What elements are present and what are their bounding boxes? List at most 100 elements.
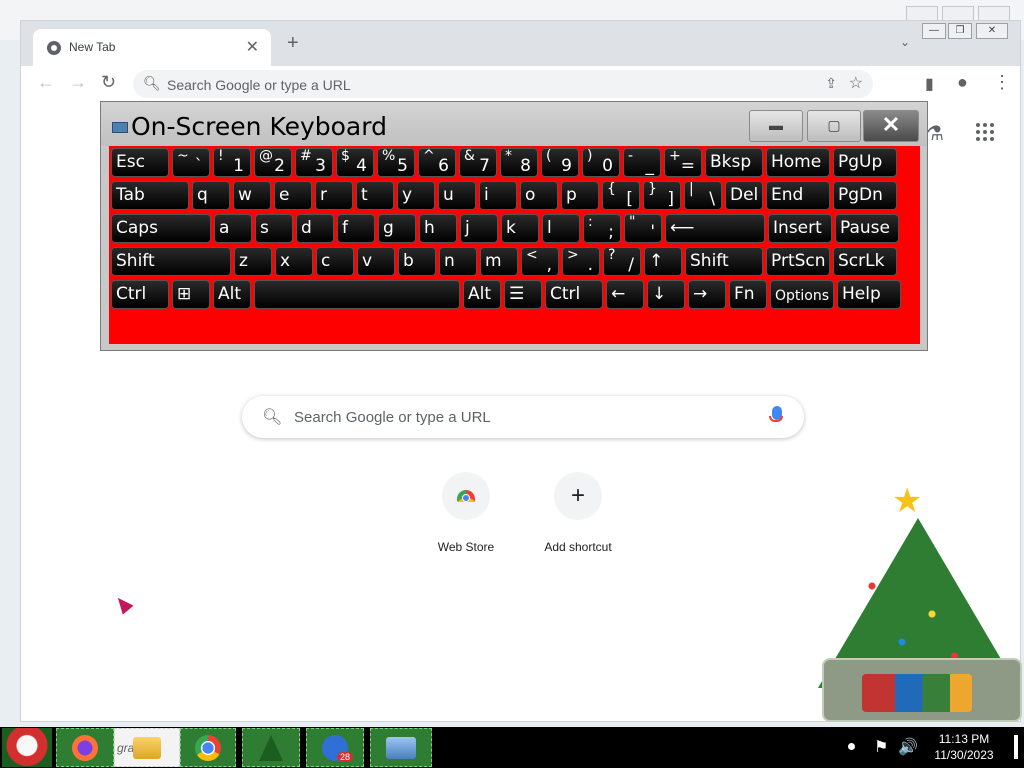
osk-key-d[interactable]: d <box>296 214 334 243</box>
osk-key-pgdn[interactable]: PgDn <box>833 181 897 210</box>
osk-key-[interactable]: >. <box>562 247 600 276</box>
osk-key-u[interactable]: u <box>438 181 476 210</box>
osk-key-3[interactable]: #3 <box>295 148 333 177</box>
osk-key-[interactable]: ← <box>606 280 644 309</box>
back-arrow-icon[interactable]: ← <box>37 72 55 93</box>
osk-key-[interactable]: :; <box>583 214 621 243</box>
window-close-button[interactable]: ✕ <box>976 23 1008 39</box>
microphone-icon[interactable] <box>769 406 783 422</box>
reload-icon[interactable]: ↻ <box>101 72 116 93</box>
osk-key-[interactable]: ☰ <box>504 280 542 309</box>
osk-key-t[interactable]: t <box>356 181 394 210</box>
osk-key-[interactable]: - _ <box>623 148 661 177</box>
profile-avatar-icon[interactable]: ● <box>957 72 968 93</box>
osk-key-del[interactable]: Del <box>725 181 763 210</box>
tab-close-icon[interactable]: ✕ <box>246 37 259 57</box>
osk-key-scrlk[interactable]: ScrLk <box>833 247 897 276</box>
labs-flask-icon[interactable]: ⚗ <box>926 121 944 146</box>
osk-key-home[interactable]: Home <box>766 148 830 177</box>
osk-key-options[interactable]: Options <box>770 280 834 309</box>
osk-key-tab[interactable]: Tab <box>111 181 189 210</box>
osk-close-button[interactable]: ✕ <box>863 110 919 142</box>
new-tab-button[interactable]: + <box>287 33 299 53</box>
osk-key-9[interactable]: (9 <box>541 148 579 177</box>
osk-key-help[interactable]: Help <box>837 280 901 309</box>
osk-key-o[interactable]: o <box>520 181 558 210</box>
side-panel-icon[interactable]: ▮ <box>925 74 934 94</box>
osk-key-[interactable]: ↑ <box>644 247 682 276</box>
osk-key-4[interactable]: $4 <box>336 148 374 177</box>
osk-key-5[interactable]: % 5 <box>377 148 415 177</box>
shortcut-web-store[interactable]: Web Store <box>416 472 516 554</box>
osk-key-esc[interactable]: Esc <box>111 148 169 177</box>
osk-minimize-button[interactable]: ▬ <box>749 110 803 142</box>
osk-maximize-button[interactable]: ▢ <box>807 110 861 142</box>
osk-key-insert[interactable]: Insert <box>768 214 832 243</box>
taskbar-on-screen-keyboard[interactable] <box>370 728 432 767</box>
osk-key-alt[interactable]: Alt <box>463 280 501 309</box>
osk-key-0[interactable]: ) 0 <box>582 148 620 177</box>
osk-key-pause[interactable]: Pause <box>835 214 899 243</box>
osk-key-[interactable]: ⟵ <box>665 214 765 243</box>
omnibox[interactable]: 🔍︎ Search Google or type a URL ⇪ ☆ <box>133 70 873 98</box>
osk-key-[interactable]: → <box>688 280 726 309</box>
osk-key-e[interactable]: e <box>274 181 312 210</box>
tab-new-tab[interactable]: New Tab ✕ <box>33 29 271 66</box>
osk-key-q[interactable]: q <box>192 181 230 210</box>
osk-key-8[interactable]: * 8 <box>500 148 538 177</box>
osk-key-s[interactable]: s <box>255 214 293 243</box>
taskbar-firefox[interactable] <box>56 728 114 767</box>
osk-key-pgup[interactable]: PgUp <box>833 148 897 177</box>
osk-key-7[interactable]: & 7 <box>459 148 497 177</box>
osk-key-[interactable]: + = <box>664 148 702 177</box>
bookmark-star-icon[interactable]: ☆ <box>849 73 863 93</box>
osk-key-shift[interactable]: Shift <box>111 247 231 276</box>
osk-key-r[interactable]: r <box>315 181 353 210</box>
osk-key-w[interactable]: w <box>233 181 271 210</box>
taskbar-chrome[interactable] <box>180 728 236 767</box>
osk-key-b[interactable]: b <box>398 247 436 276</box>
osk-key-caps[interactable]: Caps <box>111 214 211 243</box>
osk-key-y[interactable]: y <box>397 181 435 210</box>
taskbar-file-explorer[interactable]: gra <box>114 728 180 767</box>
start-button-santa-icon[interactable] <box>2 728 52 767</box>
osk-key-m[interactable]: m <box>480 247 518 276</box>
action-center-flag-icon[interactable]: ⚑ <box>874 737 888 757</box>
osk-key-a[interactable]: a <box>214 214 252 243</box>
tab-search-chevron-icon[interactable]: ⌄ <box>900 35 910 49</box>
window-minimize-button[interactable]: — <box>922 23 946 39</box>
osk-key-z[interactable]: z <box>234 247 272 276</box>
osk-key-x[interactable]: x <box>275 247 313 276</box>
osk-key-space[interactable] <box>254 280 460 309</box>
osk-titlebar[interactable]: On-Screen Keyboard ▬ ▢ ✕ <box>101 102 927 146</box>
osk-key-2[interactable]: @2 <box>254 148 292 177</box>
forward-arrow-icon[interactable]: → <box>69 72 87 93</box>
osk-key-n[interactable]: n <box>439 247 477 276</box>
osk-key-shift[interactable]: Shift <box>685 247 763 276</box>
share-icon[interactable]: ⇪ <box>825 75 837 92</box>
osk-key-[interactable]: }] <box>643 181 681 210</box>
osk-key-g[interactable]: g <box>378 214 416 243</box>
show-desktop-button[interactable] <box>1014 735 1018 759</box>
taskbar-christmas-tree[interactable] <box>242 728 300 767</box>
menu-kebab-icon[interactable]: ⋮ <box>993 72 1011 93</box>
osk-key-j[interactable]: j <box>460 214 498 243</box>
google-apps-grid-icon[interactable] <box>976 123 994 141</box>
osk-key-alt[interactable]: Alt <box>213 280 251 309</box>
osk-key-[interactable]: {[ <box>602 181 640 210</box>
osk-key-[interactable]: ? / <box>603 247 641 276</box>
taskbar-messaging[interactable]: 28 <box>306 728 364 767</box>
osk-key-v[interactable]: v <box>357 247 395 276</box>
osk-key-end[interactable]: End <box>766 181 830 210</box>
osk-key-f[interactable]: f <box>337 214 375 243</box>
osk-key-1[interactable]: ! 1 <box>213 148 251 177</box>
osk-key-l[interactable]: l <box>542 214 580 243</box>
osk-key-prtscn[interactable]: PrtScn <box>766 247 830 276</box>
tray-clock[interactable]: 11:13 PM 11/30/2023 <box>920 731 1008 763</box>
osk-key-[interactable]: ⊞ <box>172 280 210 309</box>
osk-key-[interactable]: | \ <box>684 181 722 210</box>
osk-key-6[interactable]: ^ 6 <box>418 148 456 177</box>
osk-key-[interactable]: <, <box>521 247 559 276</box>
tray-dot-icon[interactable] <box>848 743 855 750</box>
ntp-search-box[interactable]: 🔍︎ Search Google or type a URL <box>242 396 804 438</box>
